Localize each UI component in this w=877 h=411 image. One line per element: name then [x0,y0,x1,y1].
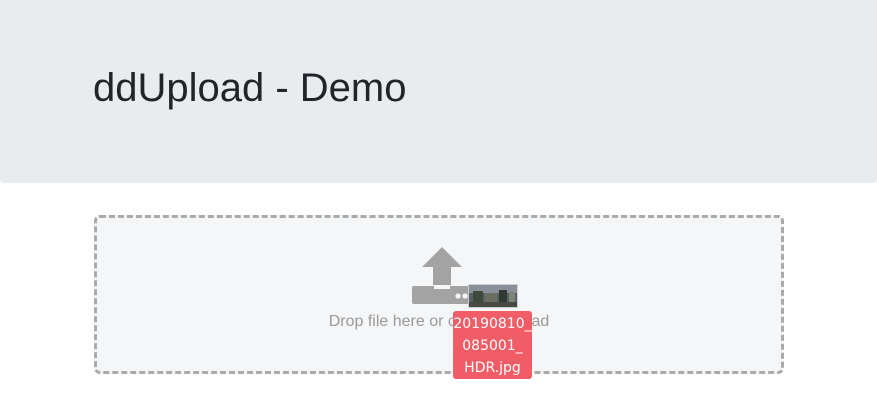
file-name-line: 085001_ [462,338,523,354]
file-name-line: HDR.jpg [464,360,521,376]
file-dropzone[interactable]: Drop file here or click to upload [94,215,784,374]
page-title: ddUpload - Demo [93,66,407,110]
dropzone-instructions: Drop file here or click to upload [328,313,550,330]
header-jumbotron: ddUpload - Demo [0,0,877,183]
file-name-line: 20190810_ [453,316,532,332]
dragged-file-name-badge: 20190810_ 085001_ HDR.jpg [453,311,532,379]
upload-icon [412,247,472,304]
image-thumbnail-icon [468,284,518,308]
